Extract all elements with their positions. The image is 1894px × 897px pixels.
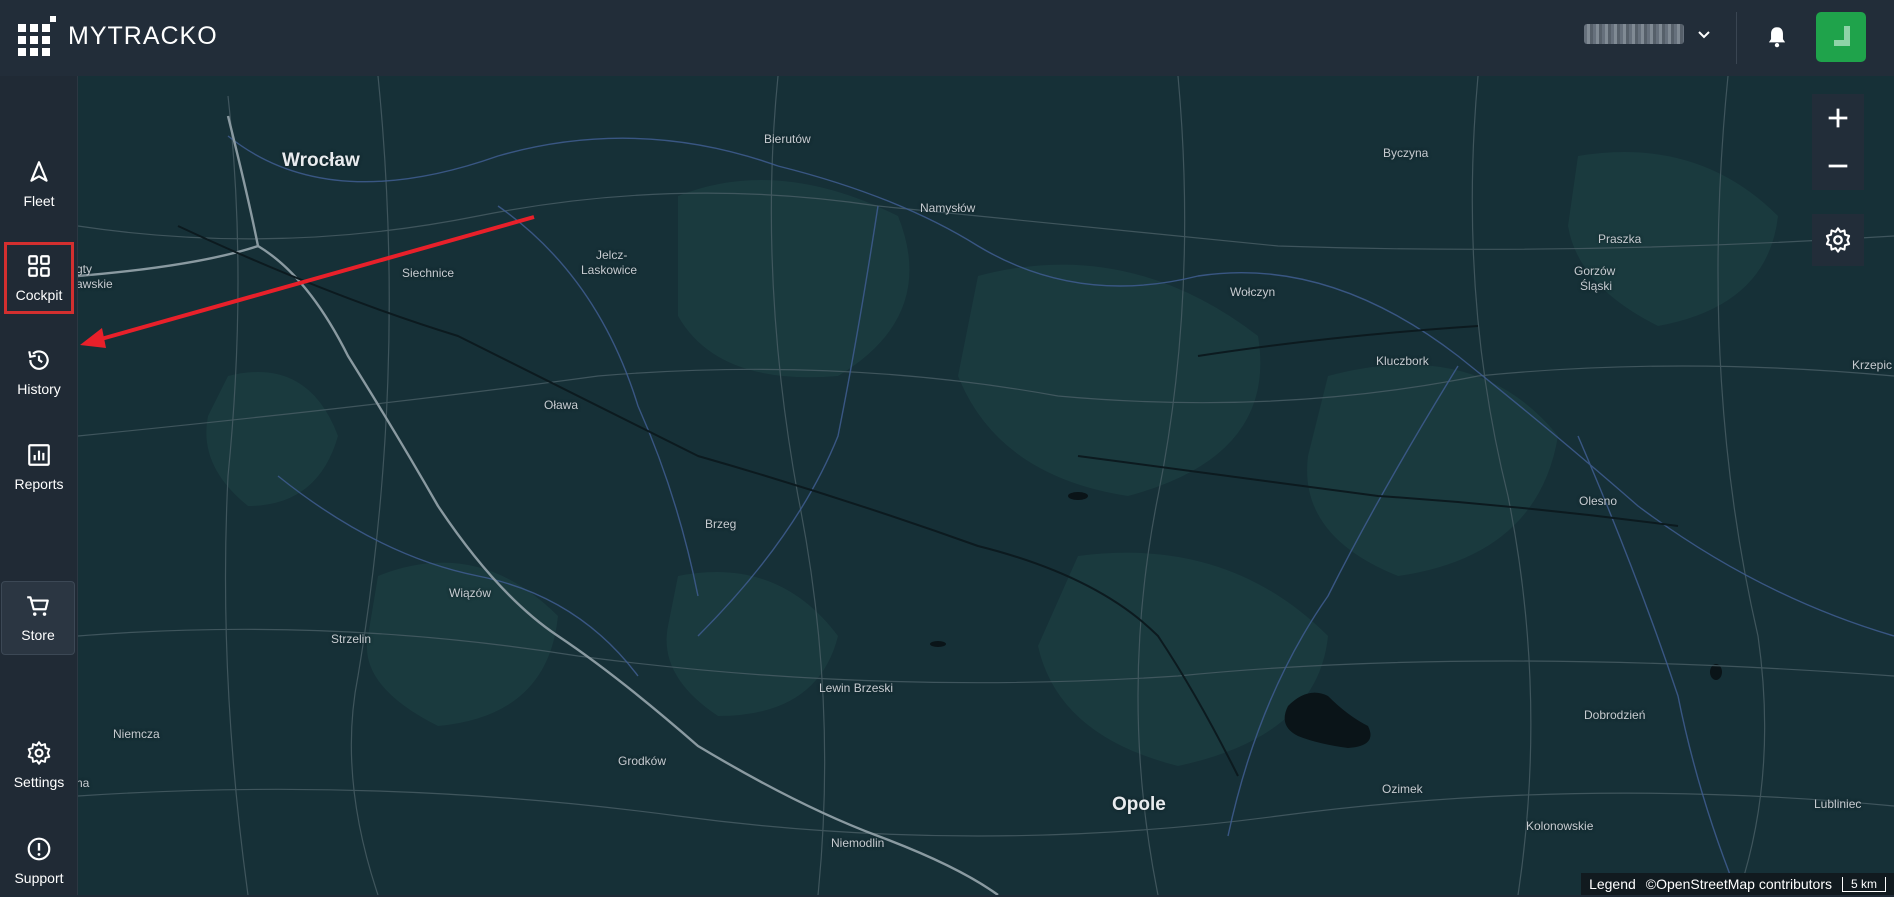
map-label-city: Niemcza (113, 727, 160, 741)
zoom-out-button[interactable] (1812, 142, 1864, 190)
avatar[interactable] (1816, 12, 1866, 62)
legend-link[interactable]: Legend (1589, 876, 1636, 892)
map-label-city: Gorzów (1574, 264, 1616, 278)
bell-icon[interactable] (1764, 24, 1790, 50)
map-label-city: Laskowice (581, 263, 638, 277)
map-label-city: Wrocław (282, 150, 360, 171)
map-label-city: Kluczbork (1376, 354, 1429, 368)
map-label-city: Niemodlin (831, 836, 885, 850)
map-label-city: Krzepic (1852, 358, 1893, 372)
plus-icon (1828, 108, 1848, 128)
map-label-city: Praszka (1598, 232, 1642, 246)
alert-circle-icon (27, 837, 51, 861)
map-label-city: Grodków (618, 754, 667, 768)
sidebar-item-label: Reports (14, 476, 64, 492)
map-label-city: Siechnice (402, 266, 455, 280)
sidebar-item-label: History (17, 381, 61, 397)
sidebar-item-reports[interactable]: Reports (4, 431, 74, 503)
grid-icon (28, 255, 50, 277)
map-label-city: Olesno (1579, 494, 1618, 508)
map-label-city: Ozimek (1382, 782, 1423, 796)
map-label-city: Opole (1112, 794, 1166, 815)
map-label-city: Bierutów (764, 132, 811, 146)
map-label-city: Strzelin (331, 632, 372, 646)
sidebar-item-settings[interactable]: Settings (4, 729, 74, 801)
map-label-city: Wiązów (449, 586, 492, 600)
map-label-city: Namysłów (920, 201, 976, 215)
map-label-city: Jelcz- (596, 248, 628, 262)
grid-logo-icon (18, 16, 58, 56)
map-label-city: Byczyna (1383, 146, 1429, 160)
map-attribution-bar: Legend ©OpenStreetMap contributors 5 km (1581, 873, 1894, 895)
chevron-down-icon (1698, 31, 1710, 39)
map-label-city: Wołczyn (1230, 285, 1276, 299)
header-divider (1736, 12, 1737, 64)
user-name-blurred (1584, 24, 1684, 44)
sidebar-item-label: Support (14, 870, 64, 886)
avatar-logo-icon (1834, 26, 1850, 46)
map-canvas[interactable]: Wrocław Bierutów Byczyna Namysłów Praszk… (78, 76, 1894, 895)
map-label-city: Brzeg (705, 517, 737, 531)
minus-icon (1828, 164, 1848, 168)
sidebar-item-label: Fleet (23, 193, 55, 209)
app-logo[interactable]: MYTRACKO (18, 16, 218, 56)
sidebar-item-label: Store (21, 627, 55, 643)
sidebar-item-label: Cockpit (15, 287, 63, 303)
map-label-city: Dobrodzień (1584, 708, 1646, 722)
sidebar-item-support[interactable]: Support (4, 825, 74, 897)
scale-bar: 5 km (1841, 876, 1886, 892)
sidebar-item-history[interactable]: History (4, 336, 74, 408)
sidebar: Fleet Cockpit History Reports Store Sett… (0, 76, 78, 895)
osm-attribution[interactable]: ©OpenStreetMap contributors (1646, 876, 1832, 892)
map-settings-button[interactable] (1812, 214, 1864, 266)
user-menu[interactable] (1584, 24, 1714, 44)
sidebar-item-label: Settings (13, 774, 65, 790)
map-tiles (78, 76, 1894, 895)
sidebar-item-fleet[interactable]: Fleet (4, 148, 74, 220)
history-icon (28, 350, 49, 370)
map-label-city: Kolonowskie (1526, 819, 1594, 833)
map-label-city: awskie (78, 277, 113, 291)
map-label-city: Lewin Brzeski (819, 681, 894, 695)
sidebar-item-store[interactable]: Store (1, 581, 75, 655)
map-label-city: na (78, 776, 90, 790)
top-bar: MYTRACKO (0, 0, 1894, 76)
sidebar-item-cockpit[interactable]: Cockpit (4, 242, 74, 314)
cart-icon (27, 596, 49, 616)
map-label-city: gty (78, 262, 93, 276)
gear-icon (1825, 227, 1851, 253)
zoom-in-button[interactable] (1812, 94, 1864, 142)
map-label-city: Śląski (1580, 279, 1613, 293)
map-label-city: Lubliniec (1814, 797, 1862, 811)
gear-icon (27, 741, 51, 765)
navigation-arrow-icon (30, 161, 48, 182)
app-title: MYTRACKO (68, 21, 218, 50)
bar-chart-icon (28, 444, 50, 466)
map-label-city: Oława (544, 398, 579, 412)
